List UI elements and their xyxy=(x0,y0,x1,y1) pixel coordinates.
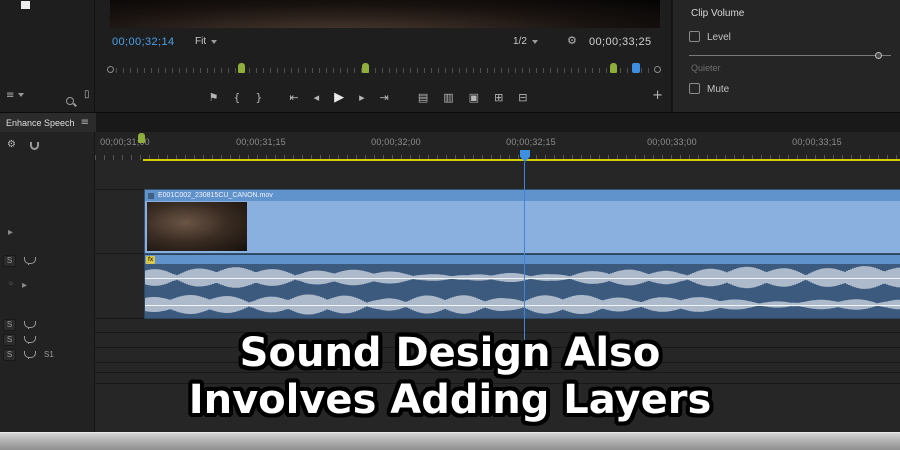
list-glyph: ≡ xyxy=(6,90,15,101)
caption-line2: Involves Adding Layers xyxy=(188,377,712,423)
video-clip-body xyxy=(145,201,900,253)
waveform-channel-left xyxy=(145,264,900,291)
timeline-ruler[interactable]: 00;00;31;00 00;00;31;15 00;00;32;00 00;0… xyxy=(95,132,900,160)
ruler-tick: 00;00;33;15 xyxy=(792,137,842,147)
ruler-tick: 00;00;32;15 xyxy=(506,137,556,147)
solo-button[interactable]: S xyxy=(3,255,16,267)
mute-label: Mute xyxy=(707,84,730,95)
zoom-select[interactable]: Fit xyxy=(195,36,218,47)
track-divider xyxy=(0,318,900,319)
video-clip-thumbnail xyxy=(147,202,247,251)
new-item-icon[interactable]: ▯ xyxy=(84,90,90,100)
snap-icon[interactable] xyxy=(30,142,39,150)
scrubber-right-handle[interactable] xyxy=(654,66,661,73)
marker-green-icon[interactable] xyxy=(362,63,369,73)
slider-track[interactable] xyxy=(689,55,891,56)
slider-handle[interactable] xyxy=(875,52,882,59)
waveform-channel-right xyxy=(145,291,900,318)
zoom-select-value: Fit xyxy=(195,36,207,47)
audio-clip-name-bar: fx xyxy=(145,255,900,264)
keyframe-expand-icon[interactable]: ▸ xyxy=(22,281,27,291)
go-to-in-icon[interactable]: ⇤ xyxy=(289,92,298,103)
panel-title: Clip Volume xyxy=(691,8,745,19)
caption-overlay: Sound Design Also Involves Adding Layers xyxy=(0,330,900,424)
video-clip-name-bar: E001C002_230815CU_CANON.mov xyxy=(145,190,900,201)
playback-resolution-select[interactable]: 1/2 xyxy=(513,36,538,47)
window-fragment xyxy=(21,1,30,9)
mark-in-icon[interactable]: { xyxy=(233,92,240,103)
scrubber-left-handle[interactable] xyxy=(107,66,114,73)
chevron-down-icon xyxy=(17,93,24,97)
transport-controls: ⚑ { } ⇤ ◂ ▶ ▸ ⇥ ▤ ▥ ▣ ⊞ ⊟ xyxy=(95,84,641,110)
ruler-tick: 00;00;33;00 xyxy=(647,137,697,147)
keyframe-dot-icon[interactable]: ◦ xyxy=(8,280,14,290)
lift-icon[interactable]: ▤ xyxy=(418,92,428,103)
step-back-icon[interactable]: ◂ xyxy=(314,92,320,103)
level-checkbox[interactable] xyxy=(689,31,700,42)
video-clip[interactable]: E001C002_230815CU_CANON.mov xyxy=(144,189,900,254)
video-clip-name: E001C002_230815CU_CANON.mov xyxy=(158,192,273,199)
work-area-bar xyxy=(143,159,900,161)
project-panel-strip: ≡ ▯ xyxy=(0,0,95,112)
timeline-wrench-icon[interactable]: ⚙ xyxy=(7,140,16,150)
caption-line1: Sound Design Also xyxy=(239,330,661,376)
resolution-value: 1/2 xyxy=(513,36,527,47)
mark-out-icon[interactable]: } xyxy=(255,92,262,103)
chevron-down-icon xyxy=(531,39,538,44)
out-timecode: 00;00;33;25 xyxy=(589,36,652,48)
panel-menu-icon[interactable]: ≡ xyxy=(81,118,89,128)
fx-badge: fx xyxy=(146,255,155,264)
play-icon[interactable]: ▶ xyxy=(334,91,344,104)
mute-checkbox[interactable] xyxy=(689,83,700,94)
tab-label: Enhance Speech xyxy=(6,118,75,128)
comparison-view-icon[interactable]: ⊞ xyxy=(494,92,503,103)
panel-tab-bar: Enhance Speech ≡ xyxy=(0,112,900,133)
audio-clip-body xyxy=(145,264,900,318)
step-forward-icon[interactable]: ▸ xyxy=(359,92,365,103)
add-marker-icon[interactable]: ⚑ xyxy=(208,92,218,103)
export-frame-icon[interactable]: ▣ xyxy=(469,92,479,103)
tab-enhance-speech[interactable]: Enhance Speech ≡ xyxy=(0,113,96,133)
scrubber-ticks xyxy=(116,68,652,73)
marker-green-icon[interactable] xyxy=(238,63,245,73)
current-timecode[interactable]: 00;00;32;14 xyxy=(112,36,175,48)
bottom-bar xyxy=(0,432,900,450)
level-label: Level xyxy=(707,32,731,43)
playhead-line[interactable] xyxy=(524,162,525,345)
search-glass xyxy=(66,97,74,105)
audio-clip[interactable]: fx xyxy=(144,254,900,319)
search-icon[interactable] xyxy=(66,92,74,110)
wrench-icon[interactable]: ⚙ xyxy=(567,35,577,46)
multi-view-icon[interactable]: ⊟ xyxy=(518,92,527,103)
scrubber-playhead[interactable] xyxy=(632,63,640,73)
program-monitor: 00;00;32;14 Fit 1/2 ⚙ 00;00;33;25 ⚑ { } … xyxy=(95,0,672,112)
button-editor-add-icon[interactable]: + xyxy=(652,89,663,102)
ruler-tick: 00;00;31;15 xyxy=(236,137,286,147)
video-track-expand-icon[interactable]: ▸ xyxy=(8,228,13,238)
monitor-controls-row: 00;00;32;14 Fit 1/2 ⚙ 00;00;33;25 xyxy=(95,30,671,54)
marker-green-icon[interactable] xyxy=(610,63,617,73)
premiere-pro-ui: ≡ ▯ 00;00;32;14 Fit 1/2 ⚙ 00;00;33;25 ⚑ … xyxy=(0,0,900,450)
extract-icon[interactable]: ▥ xyxy=(443,92,453,103)
chevron-down-icon xyxy=(211,39,218,44)
monitor-scrubber[interactable] xyxy=(107,62,661,78)
ruler-tick: 00;00;32;00 xyxy=(371,137,421,147)
program-video-preview xyxy=(110,0,660,28)
list-view-icon[interactable]: ≡ xyxy=(6,91,24,101)
clip-volume-panel: Clip Volume Level Quieter Mute xyxy=(672,0,900,112)
track-divider xyxy=(0,253,900,254)
quieter-label: Quieter xyxy=(691,63,721,73)
go-to-out-icon[interactable]: ⇥ xyxy=(380,92,389,103)
clip-fx-icon xyxy=(148,192,154,199)
timeline-marker-green-icon[interactable] xyxy=(138,133,145,143)
level-slider[interactable] xyxy=(689,52,891,60)
